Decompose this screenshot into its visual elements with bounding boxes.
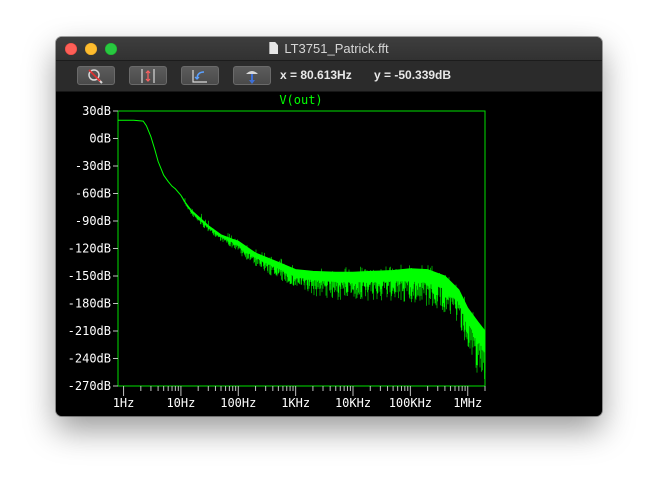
y-tick-label: -150dB bbox=[68, 269, 111, 283]
trace-noise-band bbox=[180, 195, 486, 379]
zoom-back-button[interactable] bbox=[181, 66, 219, 85]
autoscale-y-button[interactable] bbox=[129, 66, 167, 85]
trace-v-out[interactable] bbox=[118, 119, 486, 379]
plot-area[interactable]: V(out) 30dB 0dB -30dB -60dB -90dB -120dB -150d… bbox=[56, 92, 602, 416]
y-tick-label: -120dB bbox=[68, 242, 111, 256]
y-tick-label: -60dB bbox=[75, 187, 111, 201]
zoom-out-button[interactable] bbox=[77, 66, 115, 85]
chart-title: V(out) bbox=[279, 93, 322, 107]
plot-frame bbox=[117, 110, 486, 387]
window-title: LT3751_Patrick.fft bbox=[56, 41, 602, 56]
y-tick-label: -210dB bbox=[68, 324, 111, 338]
vertical-range-icon bbox=[141, 69, 155, 83]
x-tick-label: 10KHz bbox=[335, 396, 371, 410]
x-tick-label: 1KHz bbox=[281, 396, 310, 410]
document-icon bbox=[269, 42, 279, 54]
fft-chart[interactable]: V(out) 30dB 0dB -30dB -60dB -90dB -120dB -150d… bbox=[56, 92, 602, 416]
probe-icon bbox=[246, 71, 258, 84]
y-tick-label: -90dB bbox=[75, 214, 111, 228]
fft-window: LT3751_Patrick.fft x = 80.613Hz y = -50.… bbox=[56, 37, 602, 416]
window-title-text: LT3751_Patrick.fft bbox=[284, 41, 389, 56]
toolbar: x = 80.613Hz y = -50.339dB bbox=[56, 61, 602, 92]
x-axis: 1Hz 10Hz 100Hz 1KHz 10KHz 100KHz 1MHz bbox=[113, 386, 486, 410]
y-tick-label: -270dB bbox=[68, 379, 111, 393]
cursor-y-readout: y = -50.339dB bbox=[374, 68, 452, 82]
x-tick-label: 100Hz bbox=[220, 396, 256, 410]
zoom-cancel-icon bbox=[88, 69, 103, 84]
zoom-back-icon bbox=[192, 70, 207, 83]
title-bar[interactable]: LT3751_Patrick.fft bbox=[56, 37, 602, 61]
x-tick-label: 10Hz bbox=[166, 396, 195, 410]
y-tick-label: -180dB bbox=[68, 297, 111, 311]
y-tick-label: -240dB bbox=[68, 352, 111, 366]
cursor-x-readout: x = 80.613Hz bbox=[280, 68, 352, 82]
trace-envelope bbox=[118, 119, 486, 332]
probe-button[interactable] bbox=[233, 66, 271, 85]
x-tick-label: 100KHz bbox=[389, 396, 432, 410]
x-tick-label: 1Hz bbox=[113, 396, 135, 410]
y-tick-label: -30dB bbox=[75, 159, 111, 173]
x-tick-label: 1MHz bbox=[453, 396, 482, 410]
y-axis: 30dB 0dB -30dB -60dB -90dB -120dB -150dB -180dB… bbox=[68, 104, 118, 393]
y-tick-label: 30dB bbox=[82, 104, 111, 118]
y-tick-label: 0dB bbox=[89, 132, 111, 146]
